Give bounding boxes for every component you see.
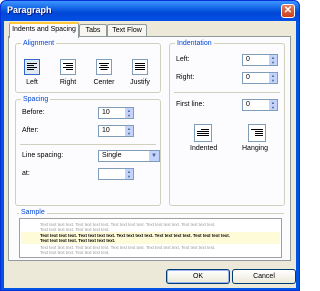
tab-text-flow[interactable]: Text Flow — [107, 24, 147, 36]
title-bar[interactable]: Paragraph ✕ — [1, 1, 299, 21]
before-label: Before: — [22, 109, 45, 116]
after-spinner[interactable]: 10 ▲ ▼ — [98, 125, 134, 137]
sample-title: Sample — [19, 208, 47, 217]
align-justify-icon — [135, 63, 145, 70]
align-left-icon — [27, 63, 37, 70]
align-justify-label: Justify — [130, 79, 150, 86]
align-right-icon — [63, 63, 73, 70]
sample-next-line2: Text text text text. Text text text text… — [40, 250, 110, 255]
before-spinner[interactable]: 10 ▲ ▼ — [98, 107, 134, 119]
cancel-button[interactable]: Cancel — [232, 269, 296, 284]
tab-indents-and-spacing[interactable]: Indents and Spacing — [9, 22, 79, 38]
at-spinner[interactable]: ▲ ▼ — [98, 168, 134, 180]
dialog-body: Indents and Spacing Tabs Text Flow Align… — [4, 21, 296, 288]
spin-down-icon[interactable]: ▼ — [269, 78, 277, 83]
indentation-group: Indentation Left: 0 ▲ ▼ Right: 0 ▲ ▼ First… — [169, 39, 285, 206]
tab-tabs[interactable]: Tabs — [79, 24, 107, 36]
align-right-label: Right — [59, 79, 77, 86]
spacing-divider — [20, 144, 156, 145]
sample-cur-line2: Text text text text. Text text text text… — [40, 238, 116, 243]
tab-panel: Alignment Left Right Center Justify Spac… — [8, 36, 291, 261]
indent-left-spinner[interactable]: 0 ▲ ▼ — [242, 54, 278, 66]
sample-preview: Text text text text. Text text text text… — [19, 218, 282, 258]
indent-right-spinner[interactable]: 0 ▲ ▼ — [242, 72, 278, 84]
indentation-divider — [174, 92, 280, 93]
chevron-down-icon[interactable]: ▼ — [149, 151, 159, 161]
align-center-button[interactable] — [96, 59, 112, 75]
align-left-label: Left — [26, 79, 38, 86]
indent-right-value: 0 — [246, 74, 250, 81]
align-left-button[interactable] — [24, 59, 40, 75]
hanging-icon — [251, 129, 263, 136]
align-right-button[interactable] — [60, 59, 76, 75]
alignment-group: Alignment Left Right Center Justify — [15, 39, 161, 93]
spacing-title: Spacing — [21, 95, 51, 104]
align-center-label: Center — [93, 79, 115, 86]
spin-down-icon[interactable]: ▼ — [125, 174, 133, 179]
sample-prev-line2: Text text text text. Text text text text… — [40, 227, 110, 232]
dialog-title: Paragraph — [7, 5, 52, 15]
hanging-label: Hanging — [242, 145, 269, 152]
line-spacing-select[interactable]: Single ▼ — [98, 150, 160, 162]
spin-down-icon[interactable]: ▼ — [269, 60, 277, 65]
close-icon: ✕ — [283, 5, 293, 16]
at-label: at: — [22, 170, 30, 177]
close-button[interactable]: ✕ — [281, 4, 295, 18]
spacing-group: Spacing Before: 10 ▲ ▼ After: 10 ▲ ▼ Line … — [15, 95, 161, 206]
alignment-title: Alignment — [21, 39, 57, 48]
spin-down-icon[interactable]: ▼ — [125, 113, 133, 118]
hanging-button[interactable] — [248, 124, 266, 142]
indented-label: Indented — [190, 145, 218, 152]
before-value: 10 — [102, 109, 110, 116]
indent-left-value: 0 — [246, 56, 250, 63]
ok-button[interactable]: OK — [166, 269, 230, 284]
align-center-icon — [99, 63, 109, 70]
indent-left-label: Left: — [176, 56, 190, 63]
after-value: 10 — [102, 127, 110, 134]
first-line-value: 0 — [246, 101, 250, 108]
line-spacing-label: Line spacing: — [22, 152, 64, 159]
indentation-title: Indentation — [175, 39, 214, 48]
paragraph-dialog: Paragraph ✕ Indents and Spacing Tabs Tex… — [0, 0, 300, 291]
indent-right-label: Right: — [176, 74, 195, 81]
after-label: After: — [22, 127, 39, 134]
indented-button[interactable] — [194, 124, 212, 142]
line-spacing-value: Single — [102, 152, 122, 159]
indented-icon — [197, 129, 209, 136]
sample-divider — [17, 213, 284, 214]
spin-down-icon[interactable]: ▼ — [125, 131, 133, 136]
first-line-label: First line: — [176, 101, 205, 108]
first-line-spinner[interactable]: 0 ▲ ▼ — [242, 99, 278, 111]
spin-down-icon[interactable]: ▼ — [269, 105, 277, 110]
align-justify-button[interactable] — [132, 59, 148, 75]
